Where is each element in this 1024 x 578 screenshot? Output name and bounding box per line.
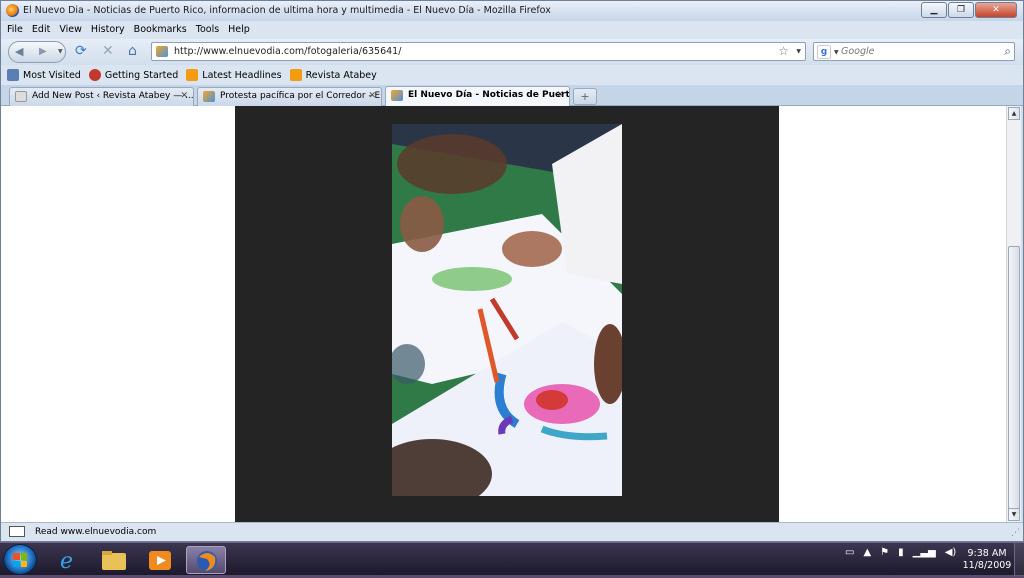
clock-date: 11/8/2009 — [962, 560, 1012, 571]
bookmark-label: Most Visited — [23, 69, 81, 81]
navigation-toolbar: ◀ ▶ ▼ ⟳ ✕ ⌂ http://www.elnuevodia.com/fo… — [1, 39, 1023, 65]
bookmark-revista-atabey[interactable]: Revista Atabey — [289, 69, 377, 81]
bookmark-star-icon[interactable]: ☆ — [778, 44, 789, 58]
menu-bar: File Edit View History Bookmarks Tools H… — [1, 21, 1023, 39]
site-favicon-icon — [203, 91, 215, 102]
taskbar-internet-explorer[interactable]: e — [48, 546, 88, 574]
home-icon[interactable]: ⌂ — [128, 43, 137, 59]
menu-history[interactable]: History — [91, 21, 125, 39]
close-button[interactable]: ✕ — [975, 2, 1017, 18]
close-tab-icon[interactable]: ✕ — [180, 88, 188, 105]
menu-tools[interactable]: Tools — [196, 21, 219, 39]
menu-file[interactable]: File — [7, 21, 23, 39]
taskbar-firefox[interactable] — [186, 546, 226, 574]
tab-bar: Add New Post ‹ Revista Atabey — ... ✕ Pr… — [1, 85, 1023, 107]
tab-el-nuevo-dia[interactable]: El Nuevo Día - Noticias de Puerto ... ✕ — [385, 86, 570, 107]
menu-view[interactable]: View — [59, 21, 82, 39]
bookmark-label: Latest Headlines — [202, 69, 282, 81]
scroll-down-icon[interactable]: ▼ — [1008, 508, 1020, 521]
bookmark-most-visited[interactable]: Most Visited — [7, 69, 81, 81]
action-center-flag-icon[interactable]: ⚑ — [880, 547, 889, 558]
internet-explorer-icon: e — [60, 549, 73, 574]
bookmark-label: Getting Started — [104, 69, 179, 81]
clock-time: 9:38 AM — [967, 548, 1007, 559]
site-favicon-icon — [391, 90, 403, 101]
bookmark-getting-started[interactable]: Getting Started — [88, 69, 179, 81]
system-tray: ▭ ▲ ⚑ ▮ ▁▃▅ ◀) — [845, 547, 965, 558]
url-text[interactable]: http://www.elnuevodia.com/fotogaleria/63… — [174, 46, 401, 57]
firefox-leaf-icon — [88, 69, 101, 81]
photo-children-drawing — [392, 124, 622, 496]
status-text: Read www.elnuevodia.com — [35, 527, 157, 537]
forward-icon[interactable]: ▶ — [39, 46, 47, 57]
menu-bookmarks[interactable]: Bookmarks — [134, 21, 187, 39]
taskbar-explorer[interactable] — [94, 546, 134, 574]
rss-icon — [289, 69, 302, 81]
svg-text:e: e — [60, 549, 73, 574]
site-favicon-icon — [156, 46, 168, 57]
stop-icon[interactable]: ✕ — [102, 43, 114, 59]
maximize-button[interactable]: ❐ — [948, 2, 974, 18]
window-title: El Nuevo Dia - Noticias de Puerto Rico, … — [23, 5, 551, 16]
page-icon — [15, 91, 27, 102]
tab-add-new-post[interactable]: Add New Post ‹ Revista Atabey — ... ✕ — [9, 87, 194, 106]
scroll-thumb[interactable] — [1008, 246, 1020, 509]
close-tab-icon[interactable]: ✕ — [368, 88, 376, 105]
most-visited-icon — [7, 69, 19, 81]
close-tab-icon[interactable]: ✕ — [556, 87, 564, 104]
tab-label: Protesta pacífica por el Corredor - E... — [220, 91, 382, 101]
media-player-icon — [149, 551, 171, 570]
gallery-photo[interactable] — [392, 124, 622, 496]
volume-icon[interactable]: ◀) — [945, 547, 957, 558]
show-desktop-button[interactable] — [1014, 543, 1024, 576]
clock[interactable]: 9:38 AM 11/8/2009 — [962, 548, 1012, 572]
url-bar[interactable]: http://www.elnuevodia.com/fotogaleria/63… — [151, 42, 806, 61]
firefox-icon — [6, 4, 19, 17]
vertical-scrollbar[interactable]: ▲ ▼ — [1006, 106, 1021, 522]
reload-icon[interactable]: ⟳ — [75, 43, 87, 59]
menu-edit[interactable]: Edit — [32, 21, 50, 39]
windows-logo-icon — [13, 553, 27, 567]
back-icon[interactable]: ◀ — [15, 45, 23, 58]
page-content — [1, 106, 1006, 522]
window-controls: ▁ ❐ ✕ — [920, 2, 1017, 18]
bookmarks-toolbar: Most Visited Getting Started Latest Head… — [1, 65, 1023, 85]
tray-device-icon[interactable]: ▭ — [845, 547, 854, 558]
start-button[interactable] — [3, 544, 37, 575]
rss-icon — [186, 69, 199, 81]
bookmark-label: Revista Atabey — [305, 69, 377, 81]
minimize-button[interactable]: ▁ — [921, 2, 947, 18]
tab-label: El Nuevo Día - Noticias de Puerto ... — [408, 90, 570, 100]
menu-help[interactable]: Help — [228, 21, 250, 39]
browser-window: El Nuevo Dia - Noticias de Puerto Rico, … — [0, 0, 1024, 542]
network-icon[interactable]: ▁▃▅ — [913, 547, 936, 558]
scroll-up-icon[interactable]: ▲ — [1008, 107, 1020, 120]
tab-protesta[interactable]: Protesta pacífica por el Corredor - E...… — [197, 87, 382, 106]
status-icon — [9, 526, 25, 537]
new-tab-button[interactable]: + — [573, 88, 597, 105]
url-dropdown-icon[interactable]: ▼ — [796, 48, 801, 55]
search-placeholder[interactable]: Google — [841, 46, 875, 57]
taskbar-media-player[interactable] — [140, 546, 180, 574]
folder-icon — [102, 551, 126, 570]
power-icon[interactable]: ▮ — [898, 547, 904, 558]
search-box[interactable]: g ▼ Google ⌕ — [813, 42, 1015, 61]
firefox-icon — [197, 551, 217, 571]
resize-grip-icon[interactable]: ⋰ — [1011, 528, 1020, 538]
back-forward-buttons[interactable]: ◀ ▶ ▼ — [8, 41, 66, 63]
search-engine-dropdown-icon[interactable]: ▼ — [834, 49, 839, 56]
history-dropdown-icon[interactable]: ▼ — [58, 48, 63, 55]
title-bar[interactable]: El Nuevo Dia - Noticias de Puerto Rico, … — [1, 1, 1023, 21]
status-bar: Read www.elnuevodia.com ⋰ — [1, 522, 1023, 541]
search-icon[interactable]: ⌕ — [1004, 44, 1011, 59]
google-icon[interactable]: g — [817, 45, 831, 59]
taskbar: e ▭ ▲ ⚑ ▮ ▁▃▅ ◀) 9:38 AM 11/8/2009 — [0, 542, 1024, 576]
tray-expand-icon[interactable]: ▲ — [863, 547, 871, 558]
bookmark-latest-headlines[interactable]: Latest Headlines — [186, 69, 282, 81]
tab-label: Add New Post ‹ Revista Atabey — ... — [32, 91, 194, 101]
